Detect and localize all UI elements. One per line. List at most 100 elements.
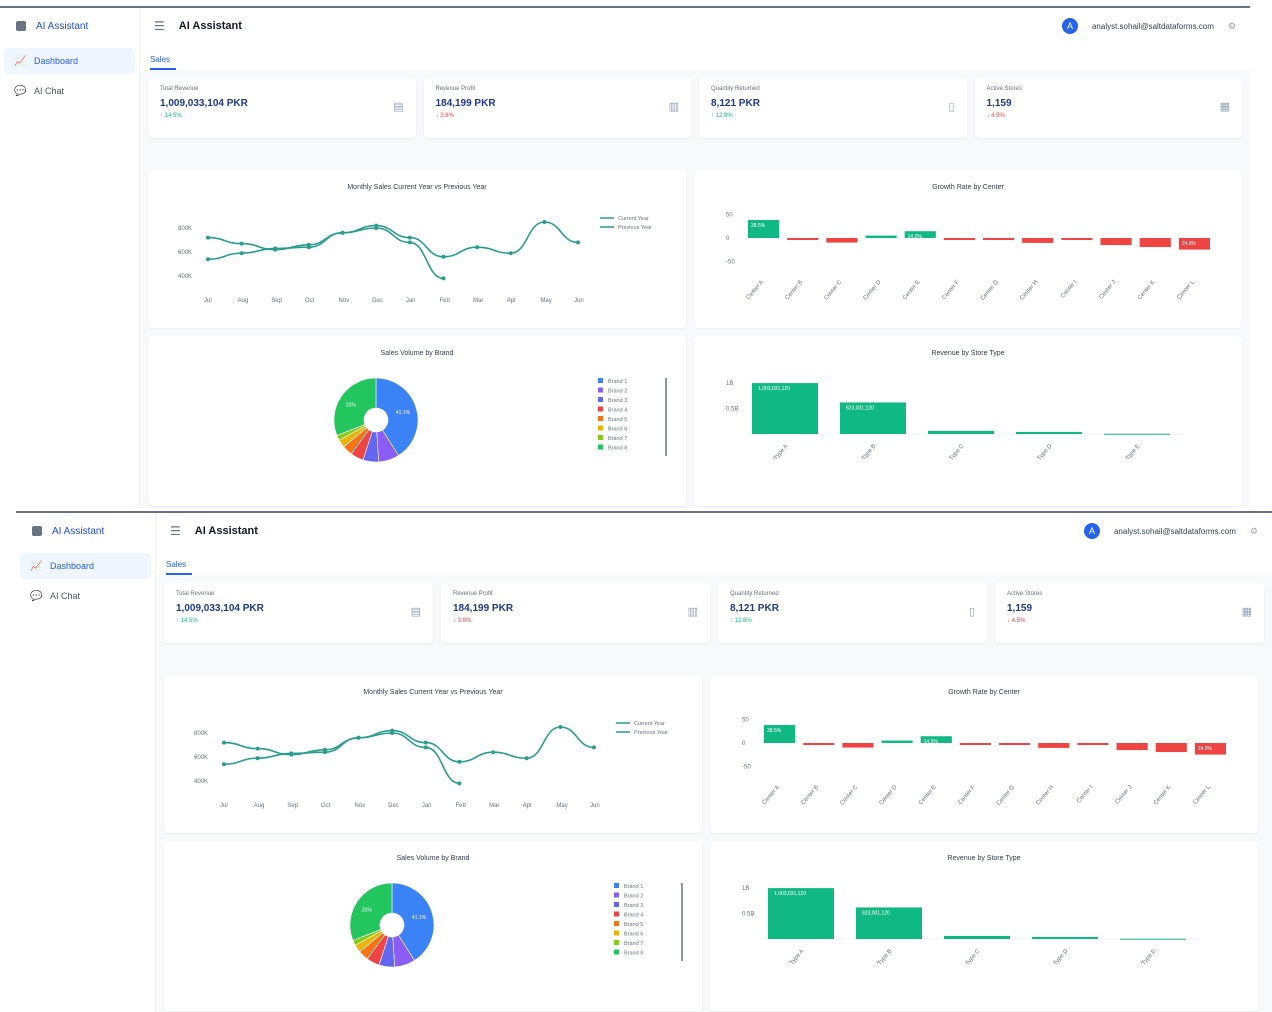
x-tick-label: May (556, 803, 567, 809)
y-tick-label: 0 (726, 236, 730, 242)
kpi-change: ↓ 3.8% (435, 113, 454, 119)
chart-card-sales-volume: Sales Volume by Brand 41.1% 31% Brand 1 Bra… (164, 841, 702, 1011)
app-logo-icon (16, 21, 26, 31)
y-tick-label: 1B (742, 886, 749, 892)
sidebar-item-ai-chat[interactable]: 💬 AI Chat (4, 78, 135, 104)
legend-label: Brand 7 (624, 941, 643, 947)
sidebar-item-dashboard[interactable]: 📈 Dashboard (20, 553, 151, 579)
kpi-card-revenue-profit: Revenue Profit 184,199 PKR ↓ 3.8% ▥ (441, 583, 710, 643)
sidebar-item-label: Dashboard (34, 56, 79, 66)
bar (1022, 238, 1054, 243)
x-tick-label: Center F (957, 784, 977, 806)
tab-sales[interactable]: Sales (150, 55, 177, 70)
tab-sales[interactable]: Sales (166, 560, 193, 575)
chart-card-growth-rate: Growth Rate by Center 50 0 -50 38.5% Center … (694, 170, 1242, 328)
data-label: 14.5% (924, 739, 939, 745)
settings-icon[interactable]: ⚙ (1250, 526, 1258, 537)
avatar[interactable]: A (1061, 18, 1078, 34)
x-tick-label: Center C (839, 784, 859, 807)
app-name: AI Assistant (36, 20, 89, 32)
kpi-value: 184,199 PKR (435, 98, 496, 109)
legend-swatch (598, 444, 603, 450)
bar (1116, 743, 1148, 751)
y-tick-label: 1B (726, 381, 733, 387)
line-chart: 800K 600K 400K Jul Aug Sep Oct Nov Dec Jan Feb Mar A… (178, 216, 652, 304)
kpi-label: Total Revenue (160, 86, 199, 92)
legend-swatch (614, 892, 619, 898)
settings-icon[interactable]: ⚙ (1228, 21, 1236, 32)
kpi-row: Total Revenue 1,009,033,104 PKR ↑ 14.5% … (140, 70, 1250, 138)
page-title: AI Assistant (194, 525, 258, 537)
x-tick-label: Center I (1060, 279, 1079, 299)
kpi-change: ↑ 12.8% (711, 113, 733, 119)
app-brand[interactable]: AI Assistant (16, 513, 155, 549)
app-brand[interactable]: AI Assistant (0, 8, 139, 44)
x-tick-label: Dec (388, 803, 399, 809)
data-point (255, 756, 260, 761)
legend-label: Brand 3 (608, 398, 627, 404)
bar (983, 238, 1015, 240)
y-tick-label: 800K (178, 226, 192, 232)
x-tick-label: Type E (1125, 443, 1142, 461)
user-email: analyst.sohail@saltdataforms.com (1113, 526, 1236, 536)
kpi-label: Revenue Profit (435, 86, 476, 92)
sidebar-item-label: Dashboard (50, 561, 95, 571)
data-point (206, 235, 210, 240)
data-point (441, 254, 446, 259)
x-tick-label: Apr (507, 298, 516, 304)
legend-swatch (598, 416, 603, 421)
menu-icon[interactable]: ☰ (154, 19, 165, 33)
data-label: 14.5% (908, 234, 923, 240)
legend-label: Brand 8 (608, 446, 627, 452)
slice-label: 41.1% (412, 915, 427, 921)
kpi-card-total-revenue: Total Revenue 1,009,033,104 PKR ↑ 14.5% … (164, 583, 433, 643)
data-point (576, 240, 580, 245)
legend-swatch (614, 949, 619, 955)
bar (803, 743, 835, 745)
chart-icon: 📈 (30, 560, 43, 572)
x-tick-label: Center G (980, 279, 1000, 302)
sidebar-item-ai-chat[interactable]: 💬 AI Chat (20, 583, 151, 609)
page-title: AI Assistant (178, 20, 242, 32)
data-point (423, 740, 428, 745)
y-tick-label: 600K (194, 755, 208, 761)
x-tick-label: Center K (1153, 784, 1173, 806)
data-label: 1,003,031,120 (774, 891, 806, 897)
kpi-value: 1,009,033,104 PKR (160, 98, 248, 109)
data-label: 24.8% (1198, 746, 1213, 752)
menu-icon[interactable]: ☰ (170, 524, 181, 538)
legend-label: Brand 4 (608, 408, 627, 414)
legend-swatch (598, 378, 603, 383)
bar (865, 235, 897, 238)
bar (999, 743, 1031, 745)
x-tick-label: Dec (372, 298, 383, 304)
chat-icon: 💬 (14, 85, 27, 97)
kpi-change: ↑ 12.8% (730, 618, 752, 624)
x-tick-label: Center J (1098, 279, 1117, 300)
y-tick-label: 600K (178, 250, 192, 256)
screenshot-view-1: AI Assistant 📈 Dashboard 💬 AI Chat ☰ AI … (0, 6, 1250, 508)
series-line (207, 221, 579, 258)
legend-label: Brand 2 (608, 389, 627, 395)
avatar[interactable]: A (1083, 523, 1100, 539)
bar (1032, 936, 1098, 939)
x-tick-label: Jan (406, 298, 416, 304)
sidebar-item-dashboard[interactable]: 📈 Dashboard (4, 48, 135, 74)
x-tick-label: Type B (861, 443, 878, 461)
kpi-value: 8,121 PKR (730, 603, 779, 614)
tab-bar: Sales (140, 44, 1250, 70)
top-bar: ☰ AI Assistant A analyst.sohail@saltdata… (156, 513, 1272, 549)
x-tick-label: Apr (523, 803, 532, 809)
data-point (390, 731, 395, 735)
data-point (222, 762, 226, 767)
data-point (306, 245, 311, 250)
kpi-row: Total Revenue 1,009,033,104 PKR ↑ 14.5% … (156, 575, 1272, 643)
data-label: 1,003,031,120 (758, 386, 790, 392)
main-content: ☰ AI Assistant A analyst.sohail@saltdata… (156, 513, 1272, 1012)
legend-swatch (614, 883, 619, 888)
data-point (239, 241, 244, 246)
legend-swatch (598, 425, 603, 431)
bar-chart-icon: ▥ (687, 606, 698, 618)
data-point (206, 257, 210, 262)
legend-swatch (598, 406, 603, 412)
